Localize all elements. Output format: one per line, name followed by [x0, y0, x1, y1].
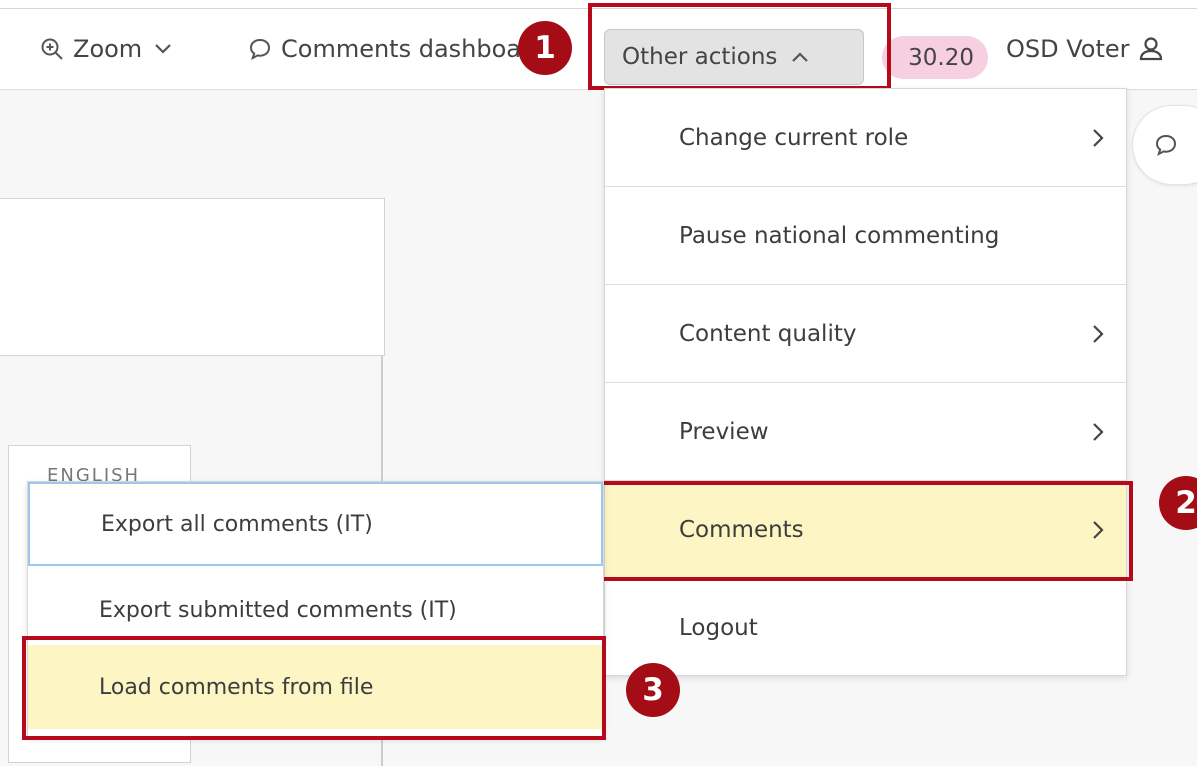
- submenu-item-load-comments-from-file[interactable]: Load comments from file: [28, 645, 603, 729]
- other-actions-menu: Change current role Pause national comme…: [604, 88, 1127, 676]
- chevron-up-icon: [792, 52, 809, 62]
- zoom-label: Zoom: [73, 35, 143, 63]
- zoom-dropdown[interactable]: Zoom: [40, 9, 172, 89]
- menu-item-label: Preview: [679, 418, 769, 445]
- submenu-item-export-submitted-comments[interactable]: Export submitted comments (IT): [28, 568, 603, 652]
- menu-item-preview[interactable]: Preview: [605, 383, 1126, 481]
- speech-bubble-icon: [249, 38, 271, 61]
- menu-item-pause-national-commenting[interactable]: Pause national commenting: [605, 187, 1126, 285]
- step-badge-3: 3: [626, 663, 680, 717]
- submenu-item-label: Load comments from file: [99, 674, 374, 700]
- menu-item-label: Content quality: [679, 320, 857, 347]
- menu-item-logout[interactable]: Logout: [605, 579, 1126, 677]
- submenu-item-label: Export submitted comments (IT): [99, 597, 457, 623]
- speech-bubble-icon: [1155, 134, 1177, 157]
- step-badge-1: 1: [518, 21, 572, 75]
- side-comments-button[interactable]: [1132, 105, 1197, 185]
- chevron-right-icon: [1093, 128, 1104, 147]
- menu-item-label: Comments: [679, 516, 804, 543]
- chevron-right-icon: [1093, 324, 1104, 343]
- menu-item-label: Change current role: [679, 124, 909, 151]
- step-badge-2: 2: [1159, 476, 1197, 530]
- user-role-label: OSD Voter: [1006, 35, 1130, 63]
- comments-submenu: Export all comments (IT) Export submitte…: [27, 481, 604, 738]
- comments-dashboard-button[interactable]: Comments dashboard: [248, 9, 546, 89]
- top-toolbar: Zoom Comments dashboard Other actions 30…: [0, 9, 1197, 90]
- user-role-button[interactable]: OSD Voter: [1006, 9, 1164, 89]
- submenu-item-export-all-comments[interactable]: Export all comments (IT): [28, 482, 603, 566]
- chevron-right-icon: [1093, 422, 1104, 441]
- comments-dashboard-label: Comments dashboard: [281, 35, 546, 63]
- other-actions-label: Other actions: [622, 44, 778, 70]
- zoom-in-icon: [41, 38, 63, 60]
- submenu-item-label: Export all comments (IT): [101, 511, 373, 537]
- content-panel: [0, 198, 385, 356]
- menu-item-change-current-role[interactable]: Change current role: [605, 89, 1126, 187]
- menu-item-content-quality[interactable]: Content quality: [605, 285, 1126, 383]
- chevron-right-icon: [1093, 520, 1104, 539]
- menu-item-label: Logout: [679, 615, 758, 641]
- menu-item-comments[interactable]: Comments: [605, 481, 1126, 579]
- top-border: [0, 0, 1197, 9]
- score-badge: 30.20: [882, 36, 988, 79]
- user-icon: [1139, 37, 1162, 61]
- chevron-down-icon: [155, 44, 171, 54]
- menu-item-label: Pause national commenting: [679, 222, 1000, 249]
- other-actions-button[interactable]: Other actions: [604, 29, 864, 85]
